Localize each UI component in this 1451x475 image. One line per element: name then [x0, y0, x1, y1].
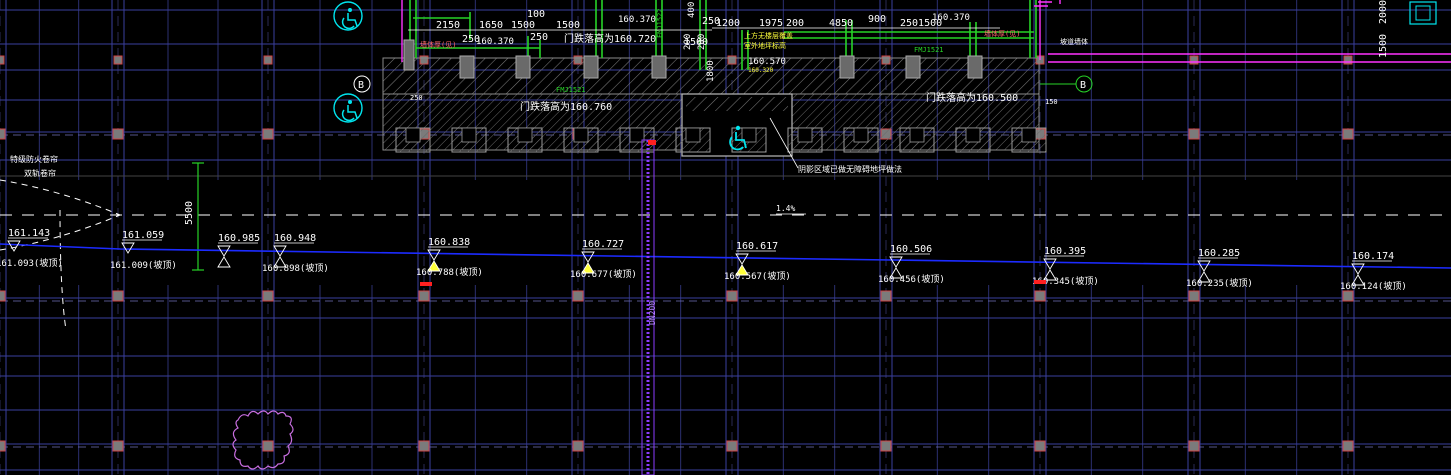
- vdim-2000: 2000: [1378, 0, 1389, 24]
- door-gate-label-2: 门跌落高为160.760: [520, 100, 612, 113]
- room-top-1: 160.370: [476, 37, 514, 47]
- svg-text:B: B: [358, 80, 364, 91]
- svg-text:B: B: [1080, 80, 1086, 91]
- small-dim-150: 150: [1045, 98, 1058, 106]
- elev-top-5: 160.727: [582, 239, 624, 250]
- elev-top-9: 160.285: [1198, 248, 1240, 259]
- elev-bottom-1: 161.009(坡顶): [110, 259, 177, 271]
- vdim-1500: 1500: [1378, 34, 1389, 58]
- dim-1500-a: 1500: [511, 20, 535, 31]
- elev-top-6: 160.617: [736, 241, 778, 252]
- elev-bottom-4: 160.788(坡顶): [416, 266, 483, 278]
- disabled-icon-1: [333, 1, 363, 31]
- elev-top-1: 161.059: [122, 230, 164, 241]
- slope-label: 1.4%: [776, 204, 795, 213]
- wall-note-1: 墙体厚(见): [420, 40, 456, 49]
- elev-bottom-6: 160.567(坡顶): [724, 270, 791, 282]
- wall-note-3: 坡道墙体: [1060, 37, 1088, 46]
- door-fm1: FMJ1521: [556, 86, 586, 94]
- elev-bottom-0: 161.093(坡顶): [0, 257, 63, 269]
- dim-2150: 2150: [436, 20, 460, 31]
- vdim-1800: 1800: [706, 60, 716, 82]
- revision-cloud: [232, 410, 294, 470]
- elev-top-10: 160.174: [1352, 251, 1394, 262]
- dim-1975: 1975: [759, 18, 783, 29]
- elevation-marker-3: 160.948 160.898(坡顶): [262, 233, 329, 274]
- cad-drawing-canvas[interactable]: 5500 DN200 161.143161.093(坡顶)161.059161.…: [0, 0, 1451, 475]
- elevation-marker-5: 160.727 160.677(坡顶): [570, 239, 637, 280]
- elevation-marker-0: 161.143 161.093(坡顶): [0, 228, 63, 269]
- elev-top-0: 161.143: [8, 228, 50, 239]
- elevation-marker-6: 160.617 160.567(坡顶): [724, 241, 791, 282]
- elev-top-2: 160.985: [218, 233, 260, 244]
- disabled-note: 阴影区域已做无障碍地坪做法: [798, 164, 902, 174]
- dim-1650: 1650: [479, 20, 503, 31]
- fire-access-label: 特级防火卷帘: [10, 154, 58, 164]
- dim-250-c: 250: [702, 16, 720, 27]
- dim-250-b: 250: [530, 32, 548, 43]
- dim-2501500: 2501500: [900, 18, 942, 29]
- room-top-2: 160.370: [618, 15, 656, 25]
- dim-900: 900: [868, 14, 886, 25]
- vdim-400: 400: [687, 2, 697, 18]
- elev-top-7: 160.506: [890, 244, 932, 255]
- elev-bottom-5: 160.677(坡顶): [570, 268, 637, 280]
- small-dim-250-a: 250: [410, 94, 423, 102]
- pipe-label: DN200: [648, 301, 657, 325]
- room-mid-3: 160.320: [748, 67, 774, 74]
- fire-access-label-2: 双轨卷帘: [24, 168, 56, 178]
- red-tags: [420, 140, 1046, 286]
- elevation-marker-1: 161.059 161.009(坡顶): [110, 230, 177, 271]
- dim-4850: 4850: [829, 18, 853, 29]
- green-note-2: 室外地坪标高: [744, 41, 786, 50]
- dim-1500-b: 1500: [556, 20, 580, 31]
- dim-100: 100: [527, 9, 545, 20]
- elevation-marker-9: 160.285 160.235(坡顶): [1186, 248, 1253, 289]
- dim-200: 200: [786, 18, 804, 29]
- door-fm3: FMJ1522: [656, 8, 664, 38]
- door-fm2: FMJ1521: [914, 46, 944, 54]
- vdim-200-b: 200: [697, 34, 707, 50]
- road-turning-arcs: [0, 179, 121, 331]
- elev-top-3: 160.948: [274, 233, 316, 244]
- elev-bottom-9: 160.235(坡顶): [1186, 277, 1253, 289]
- elevation-marker-7: 160.506 160.456(坡顶): [878, 244, 945, 285]
- elevation-marker-4: 160.838 160.788(坡顶): [416, 237, 483, 278]
- elev-bottom-10: 160.124(坡顶): [1340, 280, 1407, 292]
- door-gate-label-1: 门跌落高为160.720: [564, 32, 656, 45]
- elev-top-4: 160.838: [428, 237, 470, 248]
- elev-bottom-7: 160.456(坡顶): [878, 273, 945, 285]
- elevation-marker-10: 160.174 160.124(坡顶): [1340, 251, 1407, 292]
- elev-top-8: 160.395: [1044, 246, 1086, 257]
- dim-250-a: 250: [462, 34, 480, 45]
- wall-note-2: 墙体厚(见): [984, 29, 1020, 38]
- disabled-icon-2: [333, 93, 363, 123]
- dim-5500: 5500: [184, 201, 195, 225]
- elevation-markers: 161.143 161.093(坡顶) 161.059 161.009(坡顶) 160.…: [0, 228, 1407, 292]
- room-mid-2: 160.570: [748, 57, 786, 67]
- vdim-200-a: 200: [683, 34, 693, 50]
- door-gate-label-3: 门跌落高为160.500: [926, 91, 1018, 104]
- axis-bubble-left: B: [353, 75, 371, 93]
- elev-bottom-3: 160.898(坡顶): [262, 262, 329, 274]
- axis-bubble-right: B: [1040, 75, 1093, 93]
- green-note-1: 上方无楼层覆盖: [744, 31, 793, 40]
- cyan-square-icon: [1409, 1, 1437, 25]
